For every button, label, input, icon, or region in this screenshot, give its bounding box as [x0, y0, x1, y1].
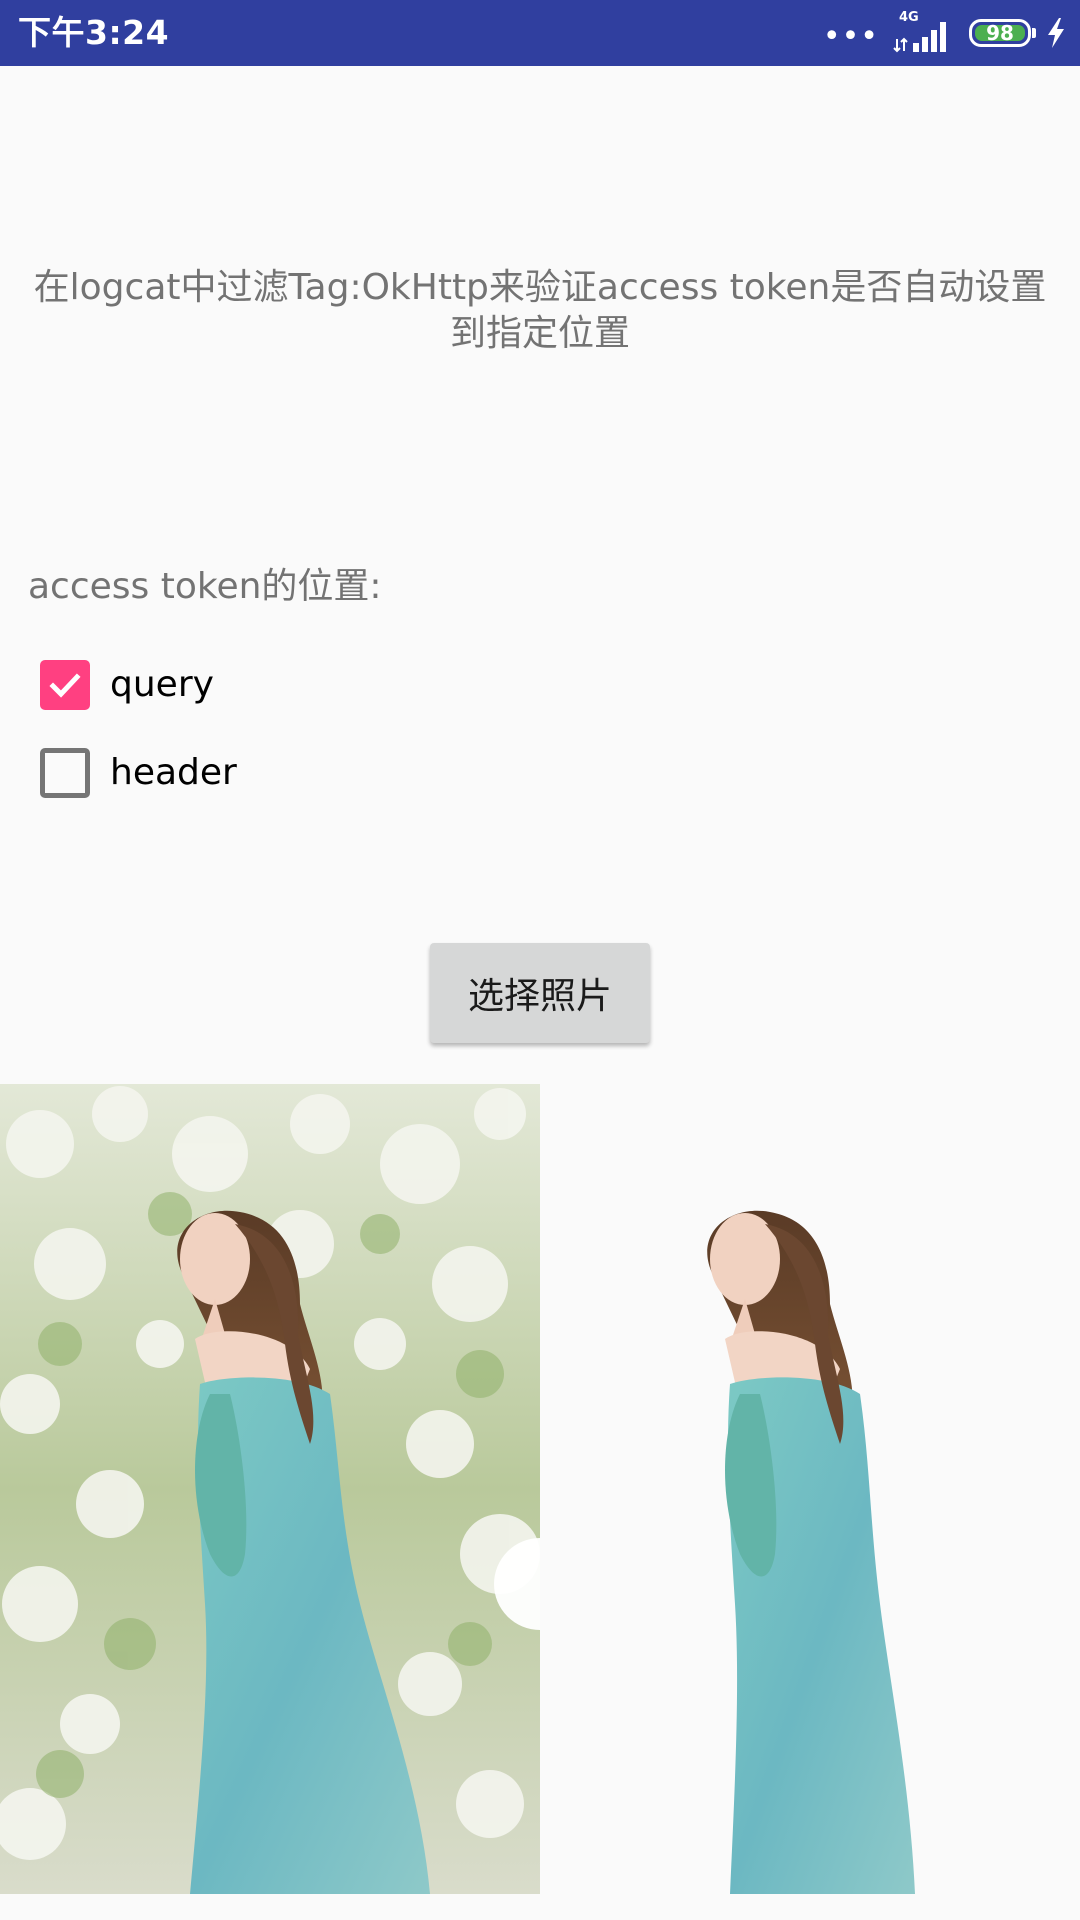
- checkmark-icon: [49, 673, 81, 698]
- battery-icon: 98: [969, 19, 1031, 47]
- query-checkbox[interactable]: [40, 660, 90, 710]
- header-checkbox-row[interactable]: header: [40, 748, 237, 798]
- header-checkbox[interactable]: [40, 748, 90, 798]
- battery-level: 98: [986, 21, 1014, 45]
- status-icons: ••• 4G 98: [823, 0, 1066, 66]
- more-notifications-icon: •••: [822, 18, 879, 54]
- query-checkbox-row[interactable]: query: [40, 660, 214, 710]
- charging-bolt-icon: [1048, 18, 1064, 48]
- processed-photo: [540, 1084, 1080, 1894]
- query-checkbox-label[interactable]: query: [110, 660, 214, 710]
- original-photo: [0, 1084, 540, 1894]
- instruction-text: 在logcat中过滤Tag:OkHttp来验证access token是否自动设…: [33, 267, 1047, 354]
- token-position-label: access token的位置:: [28, 566, 382, 607]
- status-time: 下午3:24: [18, 13, 170, 52]
- header-checkbox-label[interactable]: header: [110, 748, 237, 798]
- status-bar: 下午3:24 ••• 4G 98: [0, 0, 1080, 66]
- select-photo-button[interactable]: 选择照片: [430, 943, 650, 1043]
- signal-icon: 4G: [893, 11, 953, 53]
- battery-cap: [1032, 28, 1036, 38]
